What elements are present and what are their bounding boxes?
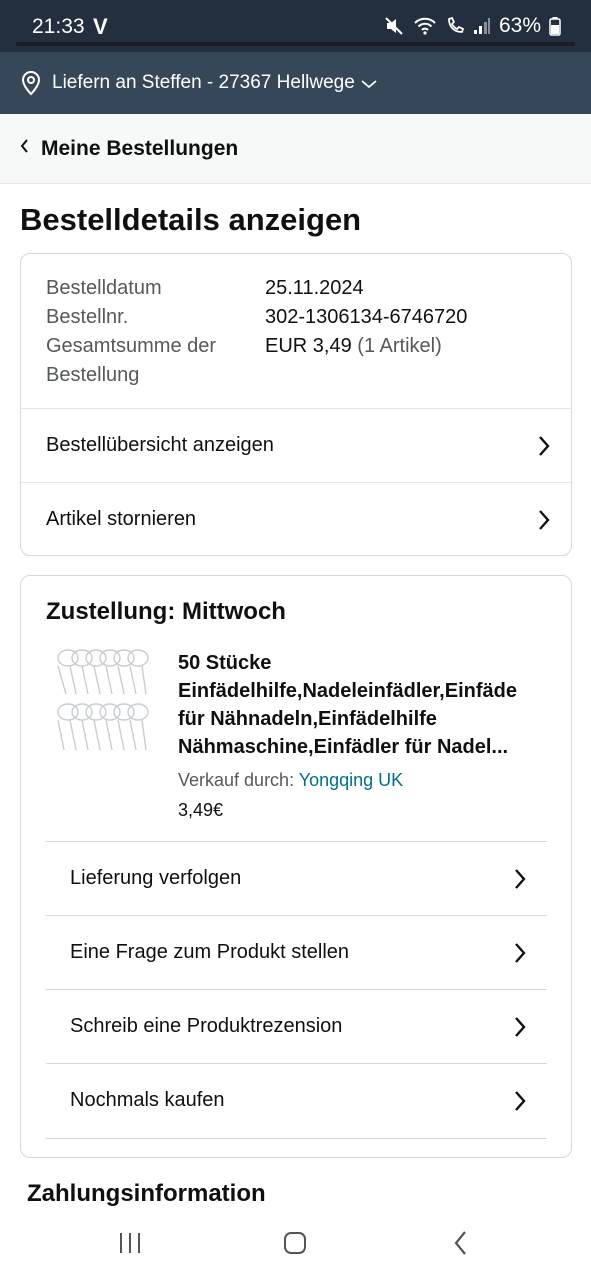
status-time: 21:33 bbox=[32, 15, 85, 38]
system-nav-bar bbox=[0, 1212, 591, 1280]
battery-label: 63% bbox=[498, 14, 541, 37]
payment-info-title: Zahlungsinformation bbox=[27, 1180, 266, 1207]
order-total-value: EUR 3,49 bbox=[265, 335, 352, 357]
status-bar: 21:33 V 63% bbox=[0, 0, 591, 52]
product-title-line: 50 Stücke bbox=[178, 652, 272, 674]
track-delivery-button[interactable]: Lieferung verfolgen bbox=[46, 841, 547, 915]
order-info-card: Bestelldatum 25.11.2024 Bestellnr. 302-1… bbox=[20, 253, 572, 556]
carrier-mark: V bbox=[93, 14, 108, 39]
recent-apps-icon[interactable] bbox=[118, 1230, 142, 1261]
product-title-line: für Nähnadeln,Einfädelhilfe bbox=[178, 708, 437, 730]
seller-label: Verkauf durch: bbox=[178, 770, 295, 790]
battery-icon bbox=[549, 16, 561, 36]
write-review-button[interactable]: Schreib eine Produktrezension bbox=[46, 989, 547, 1063]
home-icon[interactable] bbox=[283, 1230, 307, 1261]
order-number-value: 302-1306134-6746720 bbox=[265, 306, 468, 328]
seller-link[interactable]: Yongqing UK bbox=[299, 770, 403, 790]
chevron-left-icon bbox=[20, 139, 29, 158]
view-order-summary-link[interactable]: Bestellübersicht anzeigen bbox=[21, 408, 571, 482]
chevron-right-icon bbox=[537, 435, 551, 463]
status-icons: 63% bbox=[383, 14, 561, 38]
order-total-label: Gesamtsumme der Bestellung bbox=[46, 335, 217, 386]
order-item-count: (1 Artikel) bbox=[357, 335, 442, 357]
signal-icon bbox=[473, 17, 491, 35]
shipment-card: Zustellung: Mittwoch 50 Stücke Einfädelh… bbox=[20, 575, 572, 1158]
wifi-icon bbox=[413, 16, 437, 36]
wifi-call-icon bbox=[445, 16, 465, 36]
chevron-right-icon bbox=[537, 509, 551, 537]
delivery-location-text: Liefern an Steffen - 27367 Hellwege bbox=[52, 72, 355, 93]
chevron-right-icon bbox=[513, 1090, 527, 1118]
order-date-value: 25.11.2024 bbox=[265, 277, 364, 299]
delivery-date-title: Zustellung: Mittwoch bbox=[46, 598, 286, 625]
ask-product-question-label: Eine Frage zum Produkt stellen bbox=[70, 941, 350, 963]
order-date-label: Bestelldatum bbox=[46, 277, 162, 299]
location-pin-icon bbox=[18, 70, 44, 96]
product-image[interactable] bbox=[46, 646, 154, 756]
write-review-label: Schreib eine Produktrezension bbox=[70, 1015, 343, 1037]
buy-again-button[interactable]: Nochmals kaufen bbox=[46, 1063, 547, 1137]
chevron-right-icon bbox=[513, 942, 527, 970]
seller-info: Verkauf durch: Yongqing UK bbox=[178, 770, 403, 791]
chevron-right-icon bbox=[513, 868, 527, 896]
order-info-grid: Bestelldatum 25.11.2024 Bestellnr. 302-1… bbox=[46, 274, 556, 390]
product-title-link[interactable]: 50 Stücke Einfädelhilfe,Nadeleinfädler,E… bbox=[178, 649, 571, 761]
back-to-orders-link[interactable]: Meine Bestellungen bbox=[0, 114, 591, 184]
order-number-label: Bestellnr. bbox=[46, 306, 129, 328]
back-icon[interactable] bbox=[452, 1230, 470, 1261]
ask-product-question-button[interactable]: Eine Frage zum Produkt stellen bbox=[46, 915, 547, 989]
delivery-location-bar[interactable]: Liefern an Steffen - 27367 Hellwege bbox=[0, 52, 591, 114]
header-divider bbox=[16, 42, 575, 46]
buy-again-label: Nochmals kaufen bbox=[70, 1089, 225, 1111]
mute-icon bbox=[383, 15, 405, 37]
chevron-down-icon bbox=[361, 76, 377, 94]
page-title: Bestelldetails anzeigen bbox=[20, 202, 362, 237]
view-order-summary-label: Bestellübersicht anzeigen bbox=[46, 434, 274, 456]
cancel-items-link[interactable]: Artikel stornieren bbox=[21, 482, 571, 555]
divider bbox=[46, 1138, 547, 1139]
cancel-items-label: Artikel stornieren bbox=[46, 508, 197, 530]
track-delivery-label: Lieferung verfolgen bbox=[70, 867, 242, 889]
product-title-line: Nähmaschine,Einfädler für Nadel... bbox=[178, 736, 509, 758]
product-title-line: Einfädelhilfe,Nadeleinfädler,Einfäde bbox=[178, 680, 517, 702]
back-label: Meine Bestellungen bbox=[41, 136, 239, 160]
chevron-right-icon bbox=[513, 1016, 527, 1044]
product-price: 3,49€ bbox=[178, 800, 224, 820]
